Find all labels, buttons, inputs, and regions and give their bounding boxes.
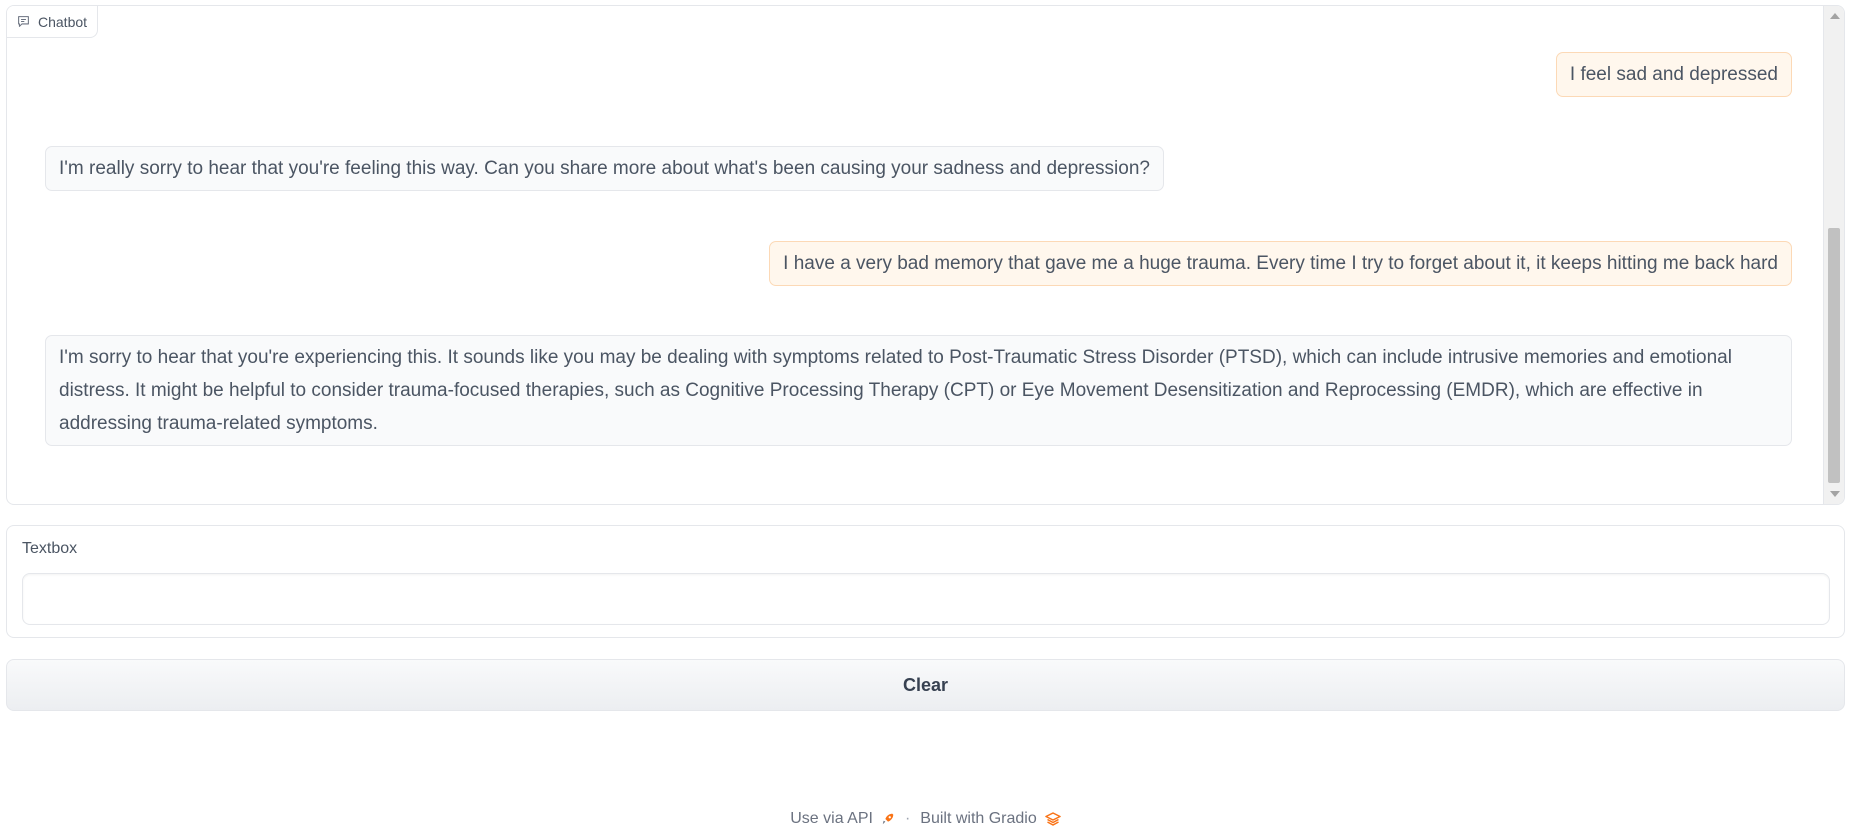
chatbot-panel: Chatbot I feel sad and depressed I'm rea… (6, 5, 1845, 505)
chatbot-label-text: Chatbot (38, 13, 88, 30)
user-message: I have a very bad memory that gave me a … (769, 241, 1792, 286)
message-input[interactable] (22, 573, 1830, 625)
built-with-gradio-text: Built with Gradio (920, 810, 1037, 827)
scroll-thumb[interactable] (1828, 228, 1840, 483)
footer: Use via API · Built with Gradio (0, 810, 1851, 828)
user-message: I feel sad and depressed (1555, 52, 1792, 97)
textbox-panel: Textbox (6, 525, 1845, 638)
chatbot-label: Chatbot (7, 6, 99, 38)
use-via-api-link[interactable]: Use via API (790, 810, 895, 828)
scroll-down-arrow-icon[interactable] (1830, 491, 1840, 497)
bot-message: I'm sorry to hear that you're experienci… (45, 335, 1792, 446)
scroll-up-arrow-icon[interactable] (1830, 13, 1840, 19)
built-with-gradio-link[interactable]: Built with Gradio (920, 810, 1061, 828)
chat-scrollbar[interactable] (1823, 6, 1844, 504)
gradio-logo-icon (1045, 812, 1061, 826)
use-via-api-text: Use via API (790, 810, 873, 827)
bot-message: I'm really sorry to hear that you're fee… (45, 146, 1164, 191)
textbox-label: Textbox (22, 540, 78, 557)
clear-button[interactable]: Clear (6, 659, 1845, 711)
chat-icon (18, 16, 29, 27)
rocket-icon (882, 813, 894, 825)
footer-separator: · (904, 810, 911, 827)
message-list: I feel sad and depressed I'm really sorr… (7, 6, 1822, 504)
